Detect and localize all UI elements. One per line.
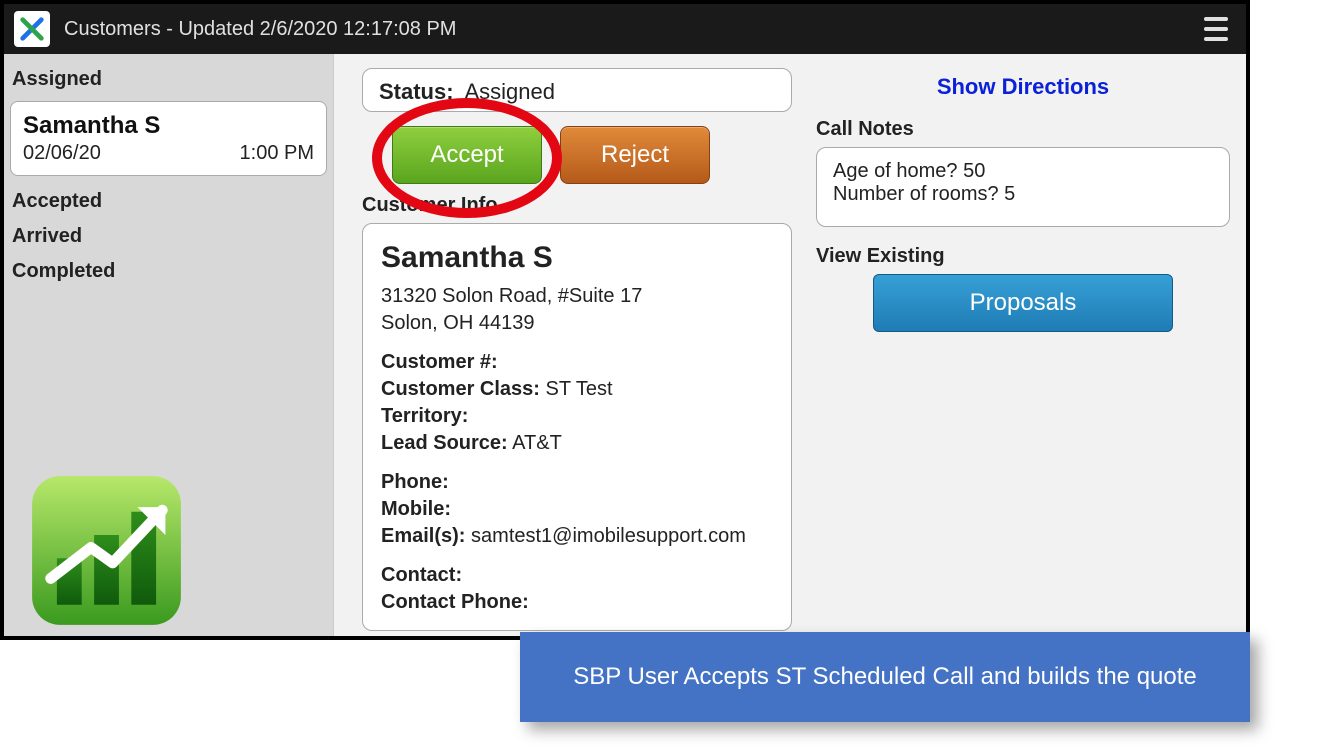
- slide-caption: SBP User Accepts ST Scheduled Call and b…: [520, 632, 1250, 722]
- appointment-card[interactable]: Samantha S 02/06/20 1:00 PM: [10, 101, 327, 176]
- logo-x-icon: [18, 15, 46, 43]
- appointment-time: 1:00 PM: [240, 142, 314, 165]
- sidebar-cat-arrived[interactable]: Arrived: [10, 219, 327, 254]
- status-box: Status: Assigned: [362, 68, 792, 112]
- view-existing-title: View Existing: [816, 245, 1230, 268]
- accept-button[interactable]: Accept: [392, 126, 542, 184]
- sidebar-cat-accepted[interactable]: Accepted: [10, 184, 327, 219]
- customer-class-label: Customer Class:: [381, 378, 540, 400]
- emails-value: samtest1@imobilesupport.com: [471, 525, 746, 547]
- customer-name: Samantha S: [381, 238, 773, 279]
- right-column: Show Directions Call Notes Age of home? …: [816, 68, 1230, 636]
- contact-phone-label: Contact Phone:: [381, 591, 529, 613]
- status-label: Status:: [379, 79, 454, 104]
- menu-button[interactable]: [1196, 9, 1236, 49]
- sidebar-cat-assigned[interactable]: Assigned: [10, 62, 327, 97]
- show-directions-link[interactable]: Show Directions: [816, 74, 1230, 100]
- proposals-button[interactable]: Proposals: [873, 274, 1173, 332]
- phone-label: Phone:: [381, 471, 449, 493]
- sidebar: Assigned Samantha S 02/06/20 1:00 PM Acc…: [4, 54, 334, 636]
- appointment-date: 02/06/20: [23, 142, 101, 165]
- lead-source-label: Lead Source:: [381, 432, 508, 454]
- call-notes-box[interactable]: Age of home? 50 Number of rooms? 5: [816, 147, 1230, 227]
- titlebar-text: Customers - Updated 2/6/2020 12:17:08 PM: [64, 18, 456, 41]
- customer-info-card: Samantha S 31320 Solon Road, #Suite 17 S…: [362, 223, 792, 631]
- main-panel: Status: Assigned Accept Reject Customer …: [334, 54, 1246, 636]
- emails-label: Email(s):: [381, 525, 465, 547]
- status-value: Assigned: [464, 79, 555, 104]
- mobile-label: Mobile:: [381, 498, 451, 520]
- customer-info-title: Customer Info: [362, 194, 792, 217]
- lead-source-value: AT&T: [512, 432, 562, 454]
- stats-chart-icon[interactable]: [29, 473, 184, 628]
- titlebar: Customers - Updated 2/6/2020 12:17:08 PM: [4, 4, 1246, 54]
- reject-button[interactable]: Reject: [560, 126, 710, 184]
- customer-num-label: Customer #:: [381, 351, 498, 373]
- contact-label: Contact:: [381, 564, 462, 586]
- app-icon[interactable]: [14, 11, 50, 47]
- customer-class-value: ST Test: [546, 378, 613, 400]
- sidebar-cat-completed[interactable]: Completed: [10, 254, 327, 289]
- customer-address-2: Solon, OH 44139: [381, 310, 773, 337]
- appointment-name: Samantha S: [23, 112, 314, 140]
- call-notes-title: Call Notes: [816, 118, 1230, 141]
- customer-address-1: 31320 Solon Road, #Suite 17: [381, 283, 773, 310]
- territory-label: Territory:: [381, 405, 468, 427]
- content-area: Assigned Samantha S 02/06/20 1:00 PM Acc…: [4, 54, 1246, 636]
- details-column: Status: Assigned Accept Reject Customer …: [362, 68, 792, 636]
- slide-caption-text: SBP User Accepts ST Scheduled Call and b…: [573, 663, 1197, 691]
- app-window: Customers - Updated 2/6/2020 12:17:08 PM…: [0, 0, 1250, 640]
